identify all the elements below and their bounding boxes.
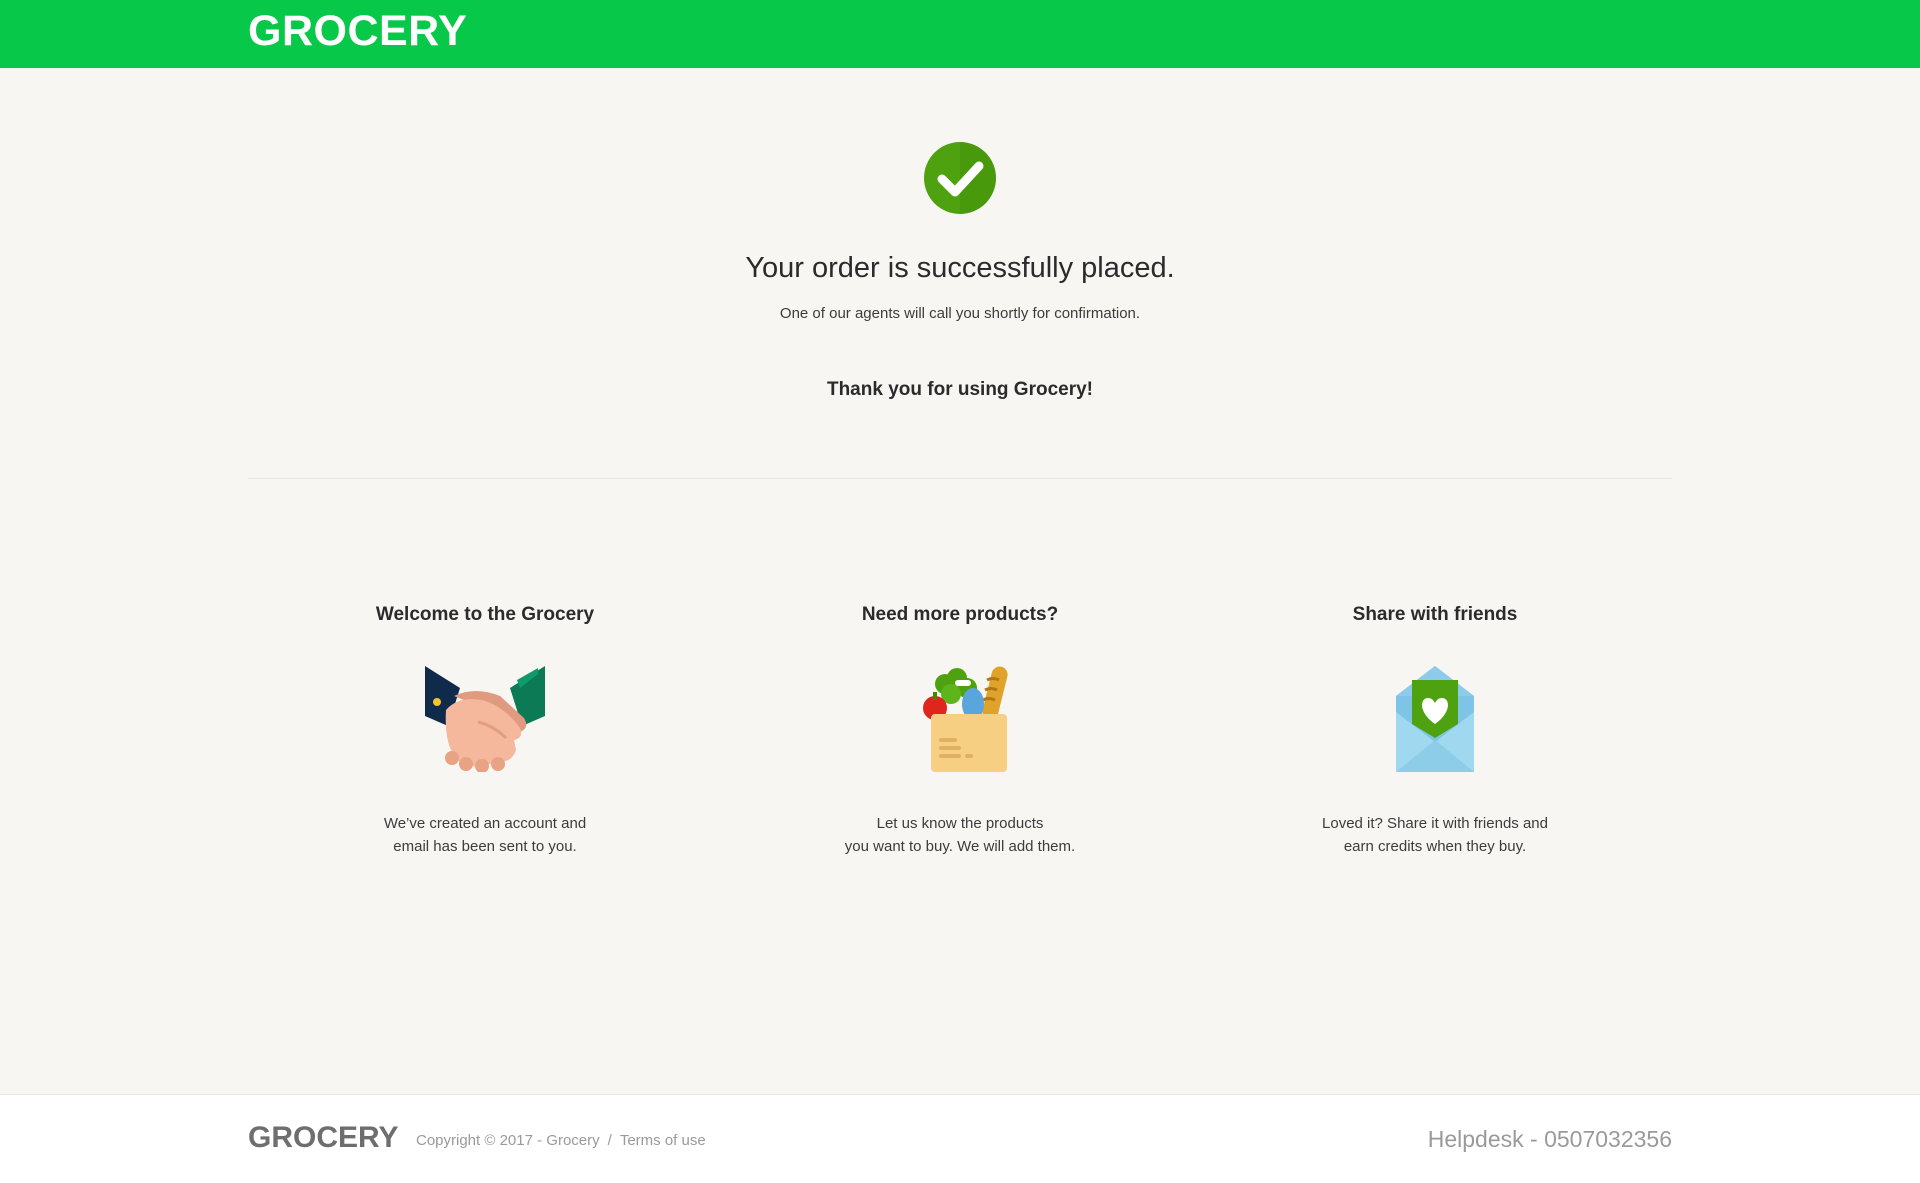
footer-separator: / — [607, 1132, 612, 1149]
feature-more-products-title: Need more products? — [861, 604, 1059, 625]
footer-logo[interactable]: GROCERY — [248, 1121, 399, 1155]
section-divider — [248, 478, 1672, 479]
order-success-subtitle: One of our agents will call you shortly … — [779, 305, 1141, 322]
feature-welcome: Welcome to the Grocery We’ve created an … — [285, 604, 685, 858]
success-check-icon — [924, 142, 996, 214]
feature-share-text-2: earn credits when they buy. — [1343, 838, 1527, 855]
grocery-bag-icon — [923, 666, 1008, 772]
brand-logo[interactable]: GROCERY — [248, 7, 467, 56]
feature-welcome-text-2: email has been sent to you. — [393, 838, 577, 855]
feature-share-title: Share with friends — [1352, 604, 1518, 625]
feature-more-products-text-2: you want to buy. We will add them. — [844, 838, 1076, 855]
feature-share: Share with friends Loved it? Share it wi… — [1235, 604, 1635, 858]
feature-more-products: Need more products? Let us know the prod… — [760, 604, 1160, 858]
feature-welcome-title: Welcome to the Grocery — [375, 604, 595, 625]
footer-links: Copyright © 2017 - Grocery / Terms of use — [416, 1132, 706, 1149]
page-footer: GROCERY Copyright © 2017 - Grocery / Terms… — [0, 1094, 1920, 1183]
order-success-title: Your order is successfully placed. — [745, 252, 1175, 284]
envelope-heart-icon — [1396, 666, 1474, 772]
handshake-icon — [425, 666, 545, 772]
copyright-text: Copyright © 2017 - Grocery — [416, 1132, 600, 1149]
feature-share-text-1: Loved it? Share it with friends and — [1322, 815, 1548, 832]
order-confirmation: Your order is successfully placed. One o… — [0, 68, 1920, 478]
feature-more-products-text-1: Let us know the products — [876, 815, 1044, 832]
feature-welcome-text-1: We’ve created an account and — [383, 815, 587, 832]
top-navbar: GROCERY — [0, 0, 1920, 68]
terms-of-use-link[interactable]: Terms of use — [620, 1132, 706, 1149]
helpdesk-phone[interactable]: Helpdesk - 0507032356 — [1428, 1126, 1672, 1153]
thank-you-text: Thank you for using Grocery! — [826, 379, 1094, 400]
